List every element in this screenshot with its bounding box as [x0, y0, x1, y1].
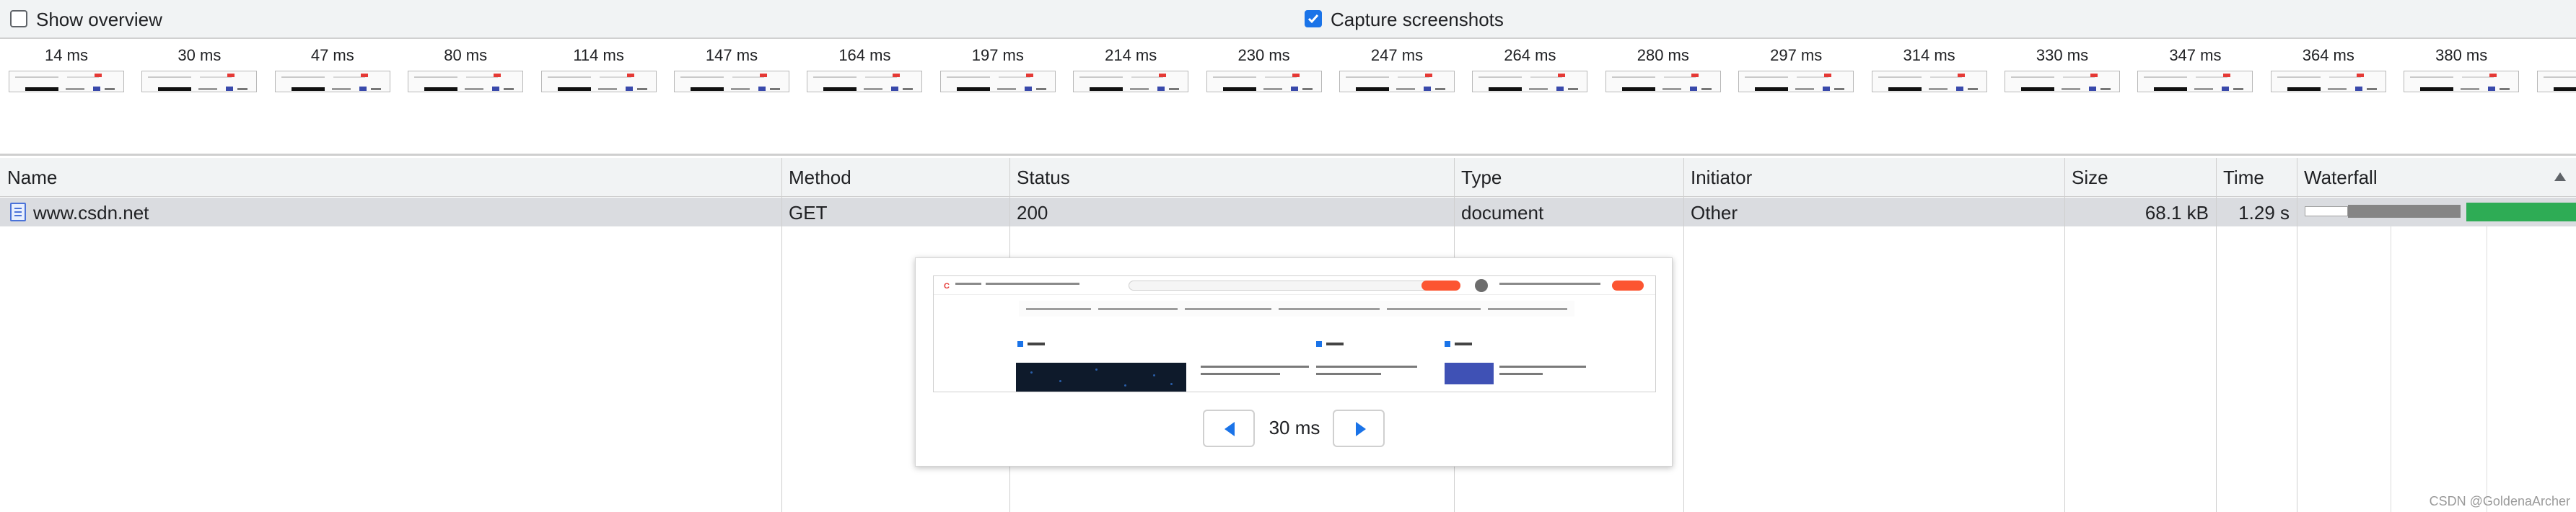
cell-name: www.csdn.net — [33, 202, 149, 224]
waterfall-waiting-bar — [2348, 205, 2461, 218]
waterfall-queue-bar — [2305, 206, 2348, 216]
frame-thumbnail[interactable] — [674, 71, 789, 92]
filmstrip-frame[interactable]: 197 ms — [939, 40, 1057, 98]
frame-thumbnail[interactable] — [2536, 71, 2576, 92]
frame-thumbnail[interactable] — [1073, 71, 1189, 92]
frame-thumbnail[interactable] — [274, 71, 390, 92]
cell-type: document — [1461, 202, 1544, 224]
column-header-method[interactable]: Method — [781, 158, 1009, 197]
frame-timestamp: 147 ms — [705, 46, 758, 64]
filmstrip-frame[interactable]: 364 ms — [2269, 40, 2388, 98]
frame-timestamp: 364 ms — [2302, 46, 2354, 64]
filmstrip-frame[interactable]: 80 ms — [406, 40, 525, 98]
filmstrip-frame[interactable]: 30 ms — [140, 40, 258, 98]
watermark: CSDN @GoldenaArcher — [2429, 494, 2570, 508]
column-divider[interactable] — [781, 158, 782, 512]
frame-timestamp: 297 ms — [1770, 46, 1823, 64]
frame-thumbnail[interactable] — [540, 71, 657, 92]
column-header-waterfall[interactable]: Waterfall — [2297, 158, 2576, 197]
column-divider[interactable] — [2064, 158, 2065, 512]
frame-timestamp: 230 ms — [1237, 46, 1290, 64]
frame-timestamp: 39 — [2536, 46, 2576, 65]
frame-thumbnail[interactable] — [2404, 71, 2520, 92]
table-header-row: Name Method Status Type Initiator Size T… — [0, 158, 2576, 197]
frame-thumbnail[interactable] — [1738, 71, 1854, 92]
show-overview-checkbox[interactable] — [10, 10, 27, 27]
frame-timestamp: 164 ms — [838, 46, 891, 64]
filmstrip-frame[interactable]: 114 ms — [540, 40, 658, 98]
frame-thumbnail[interactable] — [2005, 71, 2120, 92]
cell-method: GET — [789, 202, 828, 224]
column-header-time[interactable]: Time — [2216, 158, 2297, 197]
frame-timestamp: 264 ms — [1504, 46, 1556, 64]
triangle-right-icon — [1356, 422, 1366, 436]
frame-timestamp: 380 ms — [2435, 46, 2488, 64]
frame-timestamp: 30 ms — [178, 46, 222, 64]
cell-size: 68.1 kB — [2145, 202, 2209, 224]
waterfall-download-bar — [2466, 203, 2576, 221]
frame-timestamp: 214 ms — [1105, 46, 1157, 64]
column-header-initiator[interactable]: Initiator — [1683, 158, 2064, 197]
frame-timestamp: 114 ms — [573, 46, 624, 64]
frame-thumbnail[interactable] — [9, 71, 124, 92]
sort-ascending-icon[interactable] — [2554, 172, 2566, 181]
page-screenshot-preview: C — [933, 275, 1656, 392]
frame-thumbnail[interactable] — [807, 71, 923, 92]
column-header-size[interactable]: Size — [2064, 158, 2216, 197]
capture-screenshots-label[interactable]: Capture screenshots — [1331, 9, 1504, 31]
table-row[interactable]: www.csdn.net GET 200 document Other 68.1… — [0, 198, 2576, 226]
filmstrip-frame[interactable]: 14 ms — [7, 40, 126, 98]
column-divider[interactable] — [1683, 158, 1684, 512]
filmstrip-frame[interactable]: 230 ms — [1205, 40, 1323, 98]
filmstrip-frame[interactable]: 164 ms — [805, 40, 924, 98]
filmstrip-frame[interactable]: 347 ms — [2136, 40, 2254, 98]
document-icon — [10, 203, 26, 221]
cell-initiator: Other — [1691, 202, 1738, 224]
frame-thumbnail[interactable] — [1605, 71, 1721, 92]
frame-thumbnail[interactable] — [1871, 71, 1987, 92]
frame-thumbnail[interactable] — [1339, 71, 1455, 92]
screenshot-navigation: 30 ms — [916, 410, 1673, 450]
capture-screenshots-checkbox[interactable] — [1305, 10, 1322, 27]
filmstrip-frame[interactable]: 314 ms — [1870, 40, 1989, 98]
filmstrip-frame[interactable]: 247 ms — [1338, 40, 1456, 98]
frame-thumbnail[interactable] — [2137, 71, 2253, 92]
frame-timestamp: 247 ms — [1370, 46, 1424, 64]
column-header-status[interactable]: Status — [1009, 158, 1454, 197]
frame-timestamp: 330 ms — [2036, 46, 2089, 64]
filmstrip-frame[interactable]: 214 ms — [1072, 40, 1190, 98]
screenshot-filmstrip: 14 ms 30 ms 47 ms 80 ms 114 ms 147 ms 164 ms 19… — [0, 40, 2576, 156]
filmstrip-frame[interactable]: 330 ms — [2003, 40, 2121, 98]
frame-timestamp: 80 ms — [444, 46, 488, 64]
frame-timestamp: 280 ms — [1637, 46, 1689, 64]
cell-status: 200 — [1017, 202, 1048, 224]
show-overview-label[interactable]: Show overview — [36, 9, 162, 31]
frame-timestamp: 47 ms — [310, 46, 354, 64]
filmstrip-frame[interactable]: 264 ms — [1471, 40, 1589, 98]
cell-time: 1.29 s — [2238, 202, 2290, 224]
screenshot-popover: C 30 ms — [915, 257, 1673, 467]
toolbar: Show overview Capture screenshots — [0, 0, 2576, 39]
checkmark-icon — [1307, 14, 1319, 24]
column-header-type[interactable]: Type — [1454, 158, 1683, 197]
frame-thumbnail[interactable] — [939, 71, 1056, 92]
frame-thumbnail[interactable] — [141, 71, 258, 92]
filmstrip-frame[interactable]: 280 ms — [1604, 40, 1722, 98]
frame-thumbnail[interactable] — [1206, 71, 1322, 92]
frame-thumbnail[interactable] — [1472, 71, 1588, 92]
frame-timestamp: 347 ms — [2169, 46, 2222, 64]
filmstrip-frame[interactable]: 47 ms — [273, 40, 392, 98]
column-divider[interactable] — [2216, 158, 2217, 512]
frame-thumbnail[interactable] — [408, 71, 524, 92]
frame-timestamp: 14 ms — [45, 46, 88, 64]
frame-timestamp: 197 ms — [971, 46, 1024, 64]
frame-thumbnail[interactable] — [2270, 71, 2386, 92]
filmstrip-frame[interactable]: 297 ms — [1737, 40, 1855, 98]
filmstrip-frame[interactable]: 39 — [2536, 40, 2576, 98]
next-screenshot-button[interactable] — [1333, 410, 1385, 447]
filmstrip-frame[interactable]: 380 ms — [2402, 40, 2520, 98]
filmstrip-frame[interactable]: 147 ms — [673, 40, 791, 98]
column-header-name[interactable]: Name — [0, 158, 781, 197]
frame-timestamp: 314 ms — [1903, 46, 1955, 64]
